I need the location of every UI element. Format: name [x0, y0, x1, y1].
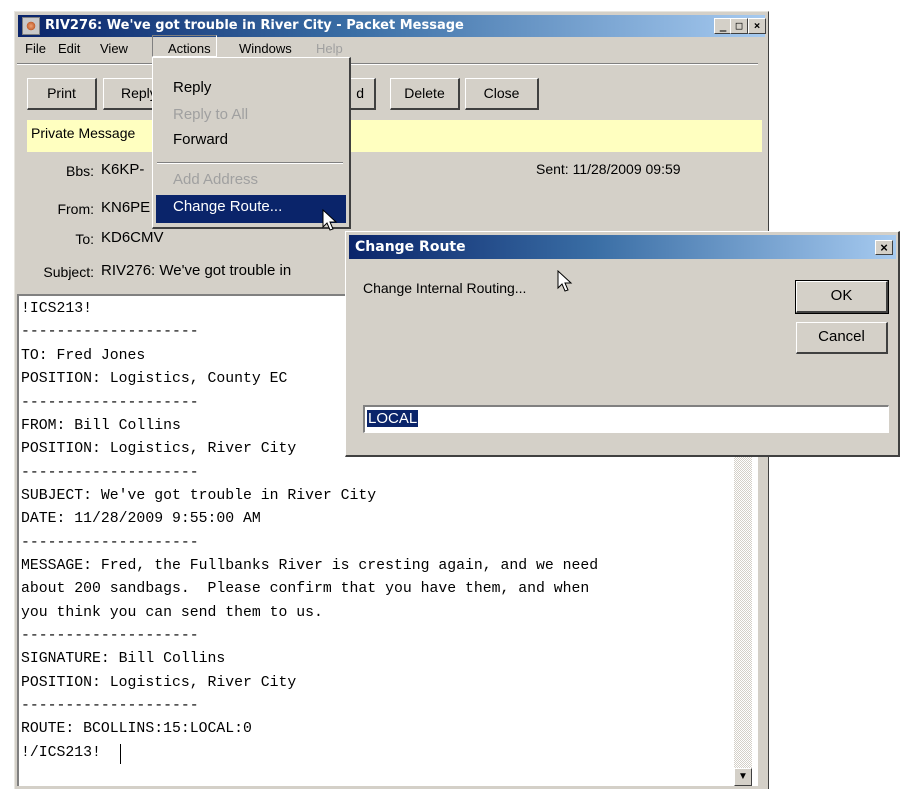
- dialog-prompt: Change Internal Routing...: [363, 280, 527, 296]
- message-line: POSITION: Logistics, River City: [21, 441, 297, 457]
- close-button[interactable]: ×: [748, 18, 766, 34]
- route-input-selected-text: LOCAL: [367, 410, 419, 427]
- menu-item-change-route[interactable]: Change Route...: [173, 198, 282, 215]
- message-line: about 200 sandbags. Please confirm that …: [21, 581, 590, 597]
- message-line: SIGNATURE: Bill Collins: [21, 651, 226, 667]
- maximize-button[interactable]: □: [730, 18, 748, 34]
- cancel-button[interactable]: Cancel: [796, 322, 888, 354]
- message-line: --------------------: [21, 698, 199, 714]
- menu-edit[interactable]: Edit: [58, 41, 80, 56]
- menu-item-forward[interactable]: Forward: [173, 131, 228, 148]
- message-line: POSITION: Logistics, River City: [21, 675, 297, 691]
- route-input[interactable]: LOCAL: [363, 405, 889, 433]
- bbs-value: K6KP-: [101, 161, 145, 178]
- change-route-dialog: Change Route × Change Internal Routing..…: [345, 231, 900, 457]
- message-line: --------------------: [21, 324, 199, 340]
- from-label: From:: [57, 201, 94, 217]
- delete-button[interactable]: Delete: [390, 78, 460, 110]
- subject-value: RIV276: We've got trouble in: [101, 262, 292, 279]
- message-line: SUBJECT: We've got trouble in River City: [21, 488, 377, 504]
- window-titlebar[interactable]: RIV276: We've got trouble in River City …: [18, 15, 766, 37]
- message-line: FROM: Bill Collins: [21, 418, 181, 434]
- dialog-titlebar[interactable]: Change Route ×: [349, 235, 896, 259]
- window-title: RIV276: We've got trouble in River City …: [45, 18, 464, 33]
- message-line: DATE: 11/28/2009 9:55:00 AM: [21, 511, 261, 527]
- actions-dropdown: Reply Reply to All Forward Add Address C…: [152, 57, 351, 229]
- menu-separator: [157, 162, 343, 164]
- mouse-pointer-icon: [557, 270, 573, 292]
- message-line: --------------------: [21, 535, 199, 551]
- message-line: you think you can send them to us.: [21, 605, 323, 621]
- message-line: TO: Fred Jones: [21, 348, 146, 364]
- menu-view[interactable]: View: [100, 41, 128, 56]
- message-line: --------------------: [21, 395, 199, 411]
- to-label: To:: [75, 231, 94, 247]
- menubar: File Edit View Actions Windows Help: [17, 39, 757, 59]
- subject-label: Subject:: [43, 264, 94, 280]
- close-message-button[interactable]: Close: [465, 78, 539, 110]
- message-line: ROUTE: BCOLLINS:15:LOCAL:0: [21, 721, 252, 737]
- dialog-close-button[interactable]: ×: [875, 240, 893, 255]
- menu-actions[interactable]: Actions: [168, 41, 211, 56]
- message-line: POSITION: Logistics, County EC: [21, 371, 288, 387]
- app-icon[interactable]: [22, 17, 40, 35]
- message-line: MESSAGE: Fred, the Fullbanks River is cr…: [21, 558, 599, 574]
- ok-button[interactable]: OK: [795, 280, 889, 314]
- private-message-bar: Private Message: [27, 120, 762, 152]
- message-line: !/ICS213!: [21, 745, 101, 761]
- print-button[interactable]: Print: [27, 78, 97, 110]
- from-value: KN6PE: [101, 199, 151, 216]
- menu-item-reply-to-all[interactable]: Reply to All: [173, 106, 248, 123]
- menu-item-reply[interactable]: Reply: [173, 79, 211, 96]
- menu-file[interactable]: File: [25, 41, 46, 56]
- sent-timestamp: Sent: 11/28/2009 09:59: [536, 161, 681, 177]
- scroll-down-arrow-icon[interactable]: ▼: [734, 768, 752, 786]
- menubar-divider: [17, 63, 758, 65]
- dialog-title: Change Route: [355, 239, 466, 255]
- menu-windows[interactable]: Windows: [239, 41, 292, 56]
- message-line: --------------------: [21, 628, 199, 644]
- menu-help[interactable]: Help: [316, 41, 343, 56]
- private-message-label: Private Message: [31, 125, 136, 141]
- message-line: --------------------: [21, 465, 199, 481]
- message-line: !ICS213!: [21, 301, 93, 317]
- bbs-label: Bbs:: [65, 163, 94, 179]
- menu-item-add-address[interactable]: Add Address: [173, 171, 258, 188]
- to-value: KD6CMV: [101, 229, 164, 246]
- mouse-pointer-icon: [322, 209, 338, 231]
- text-caret: [120, 744, 121, 764]
